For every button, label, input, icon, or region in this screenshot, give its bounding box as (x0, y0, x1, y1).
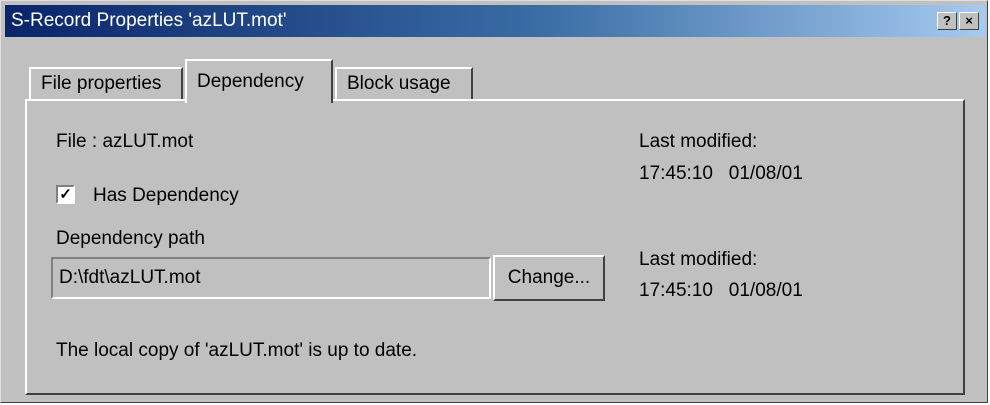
status-message: The local copy of 'azLUT.mot' is up to d… (56, 340, 418, 361)
tab-block-usage[interactable]: Block usage (335, 67, 473, 101)
title-bar[interactable]: S-Record Properties 'azLUT.mot' ? × (5, 5, 985, 37)
tab-file-properties[interactable]: File properties (29, 67, 183, 101)
dependency-last-modified-label: Last modified: (639, 249, 758, 270)
help-button[interactable]: ? (937, 12, 957, 30)
close-button[interactable]: × (959, 12, 979, 30)
window-title: S-Record Properties 'azLUT.mot' (11, 10, 287, 31)
properties-dialog: S-Record Properties 'azLUT.mot' ? × File… (0, 0, 988, 403)
dependency-path-field[interactable]: D:\fdt\azLUT.mot (51, 257, 491, 299)
dependency-last-modified-value: 17:45:10 01/08/01 (639, 280, 803, 301)
change-button[interactable]: Change... (493, 255, 605, 301)
tab-dependency[interactable]: Dependency (185, 59, 333, 103)
has-dependency-label[interactable]: Has Dependency (93, 185, 239, 207)
last-modified-value: 17:45:10 01/08/01 (639, 163, 803, 184)
has-dependency-checkbox[interactable]: ✓ (56, 185, 75, 204)
file-label: File : azLUT.mot (56, 131, 194, 152)
dependency-path-label: Dependency path (56, 228, 205, 249)
last-modified-label: Last modified: (639, 131, 758, 152)
